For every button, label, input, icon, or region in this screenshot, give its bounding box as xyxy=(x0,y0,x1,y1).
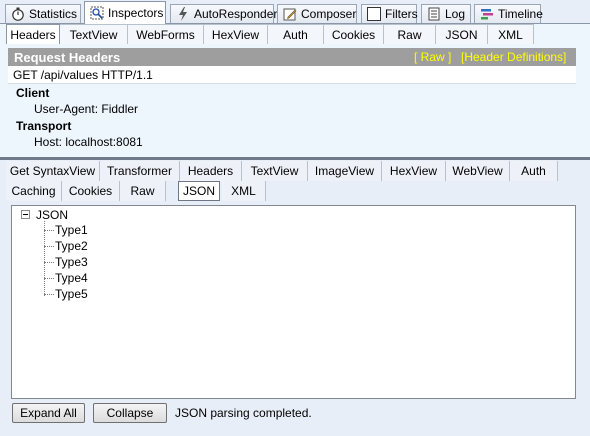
tab-label: Filters xyxy=(385,7,418,21)
parse-status-text: JSON parsing completed. xyxy=(175,406,312,420)
tab-statistics[interactable]: Statistics xyxy=(5,4,81,23)
tree-connector-line xyxy=(44,221,45,296)
request-line: GET /api/values HTTP/1.1 xyxy=(8,66,576,84)
tree-node-root[interactable]: JSON xyxy=(36,208,68,222)
request-tab-auth[interactable]: Auth xyxy=(268,24,324,44)
inspector-icon xyxy=(90,6,104,20)
tab-label: AutoResponder xyxy=(194,7,278,21)
lightning-icon xyxy=(176,7,190,21)
tab-filters[interactable]: Filters xyxy=(361,4,418,23)
response-tab-auth[interactable]: Auth xyxy=(510,161,558,181)
tab-label: Log xyxy=(445,7,466,21)
tree-connector-line xyxy=(44,246,54,247)
stopwatch-icon xyxy=(11,7,25,21)
timeline-icon xyxy=(480,7,494,21)
tab-log[interactable]: Log xyxy=(421,4,471,23)
header-host[interactable]: Host: localhost:8081 xyxy=(34,135,143,149)
tool-tab-strip: Statistics Inspectors AutoResponder Comp… xyxy=(0,0,590,24)
request-tab-textview[interactable]: TextView xyxy=(60,24,128,44)
request-headers-title: Request Headers xyxy=(14,49,121,65)
response-tab-textview[interactable]: TextView xyxy=(242,161,308,181)
tree-connector-line xyxy=(44,294,54,295)
response-tab-get-syntaxview[interactable]: Get SyntaxView xyxy=(6,161,100,181)
raw-link[interactable]: [ Raw ] xyxy=(414,48,451,66)
json-tree-view[interactable]: JSON Type1 Type2 Type3 Type4 Type5 xyxy=(11,205,576,399)
tree-connector-line xyxy=(44,230,54,231)
response-tab-webview[interactable]: WebView xyxy=(446,161,510,181)
tree-node-type1[interactable]: Type1 xyxy=(55,223,88,237)
response-tab-transformer[interactable]: Transformer xyxy=(100,161,180,181)
request-tab-webforms[interactable]: WebForms xyxy=(128,24,204,44)
tab-inspectors[interactable]: Inspectors xyxy=(84,1,166,24)
header-user-agent[interactable]: User-Agent: Fiddler xyxy=(34,102,138,116)
request-tab-raw[interactable]: Raw xyxy=(384,24,436,44)
response-tab-hexview[interactable]: HexView xyxy=(382,161,446,181)
response-tab-headers[interactable]: Headers xyxy=(180,161,242,181)
composer-icon xyxy=(283,7,297,21)
expand-all-button[interactable]: Expand All xyxy=(12,403,85,423)
request-tab-strip: Headers TextView WebForms HexView Auth C… xyxy=(6,24,534,44)
tab-timeline[interactable]: Timeline xyxy=(474,4,543,23)
tab-label: Timeline xyxy=(498,7,543,21)
tree-node-type4[interactable]: Type4 xyxy=(55,271,88,285)
response-tab-raw[interactable]: Raw xyxy=(120,181,166,201)
tab-label: Inspectors xyxy=(108,6,164,20)
tree-connector-line xyxy=(44,262,54,263)
tree-node-type3[interactable]: Type3 xyxy=(55,255,88,269)
header-group-client[interactable]: Client xyxy=(16,86,49,100)
tab-autoresponder[interactable]: AutoResponder xyxy=(170,4,278,23)
request-headers-title-bar: Request Headers [ Raw ] [Header Definiti… xyxy=(8,48,576,66)
tree-node-type5[interactable]: Type5 xyxy=(55,287,88,301)
response-tab-imageview[interactable]: ImageView xyxy=(308,161,382,181)
tab-composer[interactable]: Composer xyxy=(277,4,357,23)
request-tab-hexview[interactable]: HexView xyxy=(204,24,268,44)
request-tab-xml[interactable]: XML xyxy=(488,24,534,44)
log-icon xyxy=(427,7,441,21)
tree-connector-line xyxy=(44,278,54,279)
header-group-transport[interactable]: Transport xyxy=(16,119,71,133)
request-tab-json[interactable]: JSON xyxy=(436,24,488,44)
collapse-node-icon[interactable] xyxy=(21,210,30,219)
request-tab-cookies[interactable]: Cookies xyxy=(324,24,384,44)
request-tab-headers[interactable]: Headers xyxy=(6,24,60,44)
header-definitions-link[interactable]: [Header Definitions] xyxy=(461,48,566,66)
response-tab-xml[interactable]: XML xyxy=(222,181,266,201)
response-tab-caching[interactable]: Caching xyxy=(6,181,62,201)
checkbox-icon xyxy=(367,7,381,21)
response-tab-json[interactable]: JSON xyxy=(178,181,220,201)
tree-node-type2[interactable]: Type2 xyxy=(55,239,88,253)
tab-label: Composer xyxy=(301,7,357,21)
response-tab-cookies[interactable]: Cookies xyxy=(62,181,120,201)
request-line-text: GET /api/values HTTP/1.1 xyxy=(13,67,153,82)
tab-label: Statistics xyxy=(29,7,78,21)
collapse-button[interactable]: Collapse xyxy=(93,403,167,423)
